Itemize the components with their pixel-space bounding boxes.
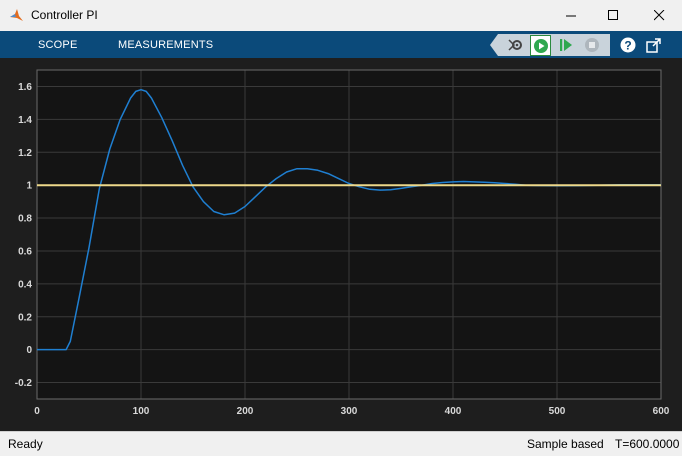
settings-icon (508, 39, 522, 51)
y-tick-label: 1 (26, 181, 32, 192)
stop-icon (585, 38, 599, 52)
status-text: Ready (8, 437, 43, 451)
x-tick-label: 500 (549, 406, 566, 417)
undock-icon (646, 38, 661, 53)
scope-plot[interactable]: 0 100 200 300 400 500 600 -0.2 0 0.2 0.4 0.6 0.8 1 1.2… (0, 58, 682, 431)
stop-button[interactable] (582, 35, 602, 55)
tab-scope[interactable]: SCOPE (38, 39, 78, 51)
step-forward-icon (560, 39, 572, 51)
run-icon (533, 38, 548, 53)
minimize-button[interactable] (548, 0, 594, 31)
y-tick-label: 0.6 (18, 246, 32, 257)
y-tick-label: 0.8 (18, 214, 32, 225)
run-button[interactable] (530, 35, 551, 56)
window-title: Controller PI (31, 8, 98, 22)
y-tick-label: -0.2 (15, 378, 33, 389)
maximize-button[interactable] (590, 0, 636, 31)
matlab-logo-icon (10, 9, 23, 21)
x-tick-label: 100 (133, 406, 150, 417)
y-tick-label: 0 (26, 345, 32, 356)
help-button[interactable]: ? (618, 35, 638, 55)
y-tick-label: 1.4 (18, 115, 32, 126)
scope-display: 0 100 200 300 400 500 600 -0.2 0 0.2 0.4 0.6 0.8 1 1.2… (0, 58, 682, 431)
minimize-icon (565, 15, 576, 17)
help-icon: ? (620, 37, 636, 53)
simulation-time: T=600.0000 (615, 437, 680, 451)
tab-measurements[interactable]: MEASUREMENTS (118, 39, 213, 51)
x-tick-label: 400 (445, 406, 462, 417)
x-tick-label: 0 (34, 406, 40, 417)
sample-mode: Sample based (527, 437, 604, 451)
y-tick-label: 1.2 (18, 148, 32, 159)
close-icon (653, 10, 664, 21)
y-tick-label: 1.6 (18, 82, 32, 93)
x-tick-label: 300 (341, 406, 358, 417)
close-button[interactable] (636, 0, 682, 31)
x-tick-label: 200 (237, 406, 254, 417)
step-forward-button[interactable] (556, 35, 576, 55)
x-tick-label: 600 (653, 406, 670, 417)
maximize-icon (607, 10, 618, 20)
settings-button[interactable] (506, 35, 526, 55)
y-tick-label: 0.2 (18, 312, 32, 323)
status-bar: Ready Sample based T=600.0000 (0, 431, 682, 456)
title-bar: Controller PI (0, 0, 682, 32)
svg-text:?: ? (624, 39, 631, 53)
y-tick-label: 0.4 (18, 279, 32, 290)
undock-button[interactable] (644, 35, 664, 55)
